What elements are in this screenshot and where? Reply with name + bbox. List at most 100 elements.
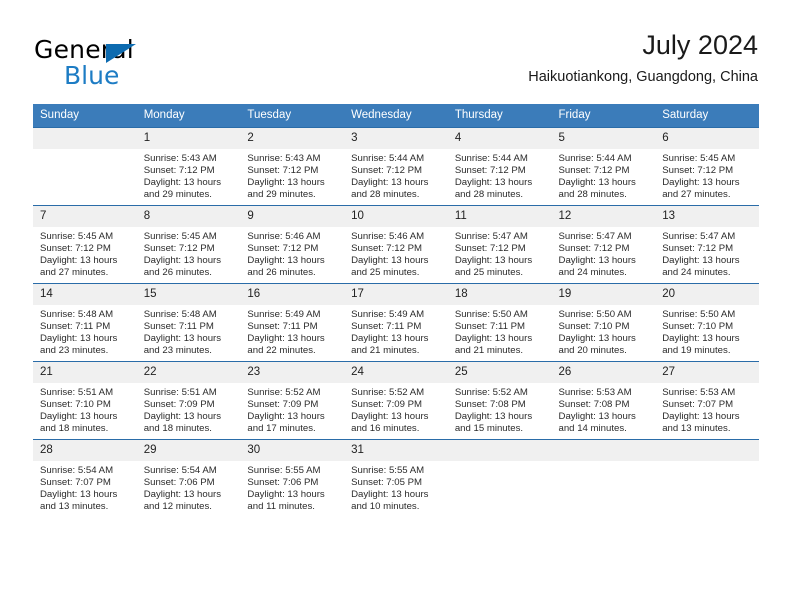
page-header: General Blue July 2024 Haikuotiankong, G… xyxy=(34,28,758,96)
sunset-text: Sunset: 7:12 PM xyxy=(247,243,319,255)
daylight-text-line2: and 23 minutes. xyxy=(143,345,212,357)
calendar-day-cell[interactable]: 24 Sunrise: 5:52 AM Sunset: 7:09 PM Dayligh… xyxy=(344,361,448,440)
daylight-text-line1: Daylight: 13 hours xyxy=(558,255,636,267)
calendar-day-cell[interactable]: 12 Sunrise: 5:47 AM Sunset: 7:12 PM Dayligh… xyxy=(551,205,656,284)
calendar-day-cell[interactable]: 30 Sunrise: 5:55 AM Sunset: 7:06 PM Dayligh… xyxy=(240,439,345,517)
daylight-text-line2: and 14 minutes. xyxy=(558,423,627,435)
calendar-day-cell[interactable]: 31 Sunrise: 5:55 AM Sunset: 7:05 PM Dayligh… xyxy=(344,439,448,517)
brand-logo[interactable]: General Blue xyxy=(34,36,254,94)
weekday-header-tuesday: Tuesday xyxy=(240,104,345,128)
sunset-text: Sunset: 7:11 PM xyxy=(454,321,526,333)
calendar-day-cell[interactable]: 13 Sunrise: 5:47 AM Sunset: 7:12 PM Dayligh… xyxy=(655,205,759,284)
calendar-day-cell[interactable]: 22 Sunrise: 5:51 AM Sunset: 7:09 PM Dayligh… xyxy=(136,361,241,440)
daylight-text-line1: Daylight: 13 hours xyxy=(247,177,325,189)
weekday-header-thursday: Thursday xyxy=(447,104,552,128)
daylight-text-line2: and 25 minutes. xyxy=(454,267,524,279)
daylight-text-line1: Daylight: 13 hours xyxy=(143,333,222,345)
day-number xyxy=(655,440,759,461)
day-number: 18 xyxy=(447,284,552,305)
daylight-text-line1: Daylight: 13 hours xyxy=(40,333,118,345)
sunset-text: Sunset: 7:11 PM xyxy=(351,321,422,333)
sunset-text: Sunset: 7:11 PM xyxy=(143,321,214,333)
daylight-text-line2: and 27 minutes. xyxy=(40,267,109,279)
calendar-week-row: 21 Sunrise: 5:51 AM Sunset: 7:10 PM Dayligh… xyxy=(33,361,759,440)
sunrise-text: Sunrise: 5:47 AM xyxy=(662,231,736,242)
day-number: 6 xyxy=(655,128,759,149)
daylight-text-line1: Daylight: 13 hours xyxy=(454,411,533,423)
calendar-day-cell[interactable]: 15 Sunrise: 5:48 AM Sunset: 7:11 PM Dayligh… xyxy=(136,283,241,362)
calendar-day-cell[interactable]: 3 Sunrise: 5:44 AM Sunset: 7:12 PM Daylight… xyxy=(344,127,448,206)
calendar-cell-empty xyxy=(551,439,656,517)
daylight-text-line2: and 27 minutes. xyxy=(662,189,731,201)
sunset-text: Sunset: 7:12 PM xyxy=(351,165,423,177)
day-details: Sunrise: 5:43 AM Sunset: 7:12 PM Daylight:… xyxy=(137,149,241,201)
sunset-text: Sunset: 7:10 PM xyxy=(558,321,630,333)
day-details: Sunrise: 5:44 AM Sunset: 7:12 PM Daylight:… xyxy=(344,149,448,201)
day-details: Sunrise: 5:50 AM Sunset: 7:10 PM Daylight:… xyxy=(552,305,656,357)
calendar-day-cell[interactable]: 28 Sunrise: 5:54 AM Sunset: 7:07 PM Dayligh… xyxy=(33,439,137,517)
day-number xyxy=(33,128,137,149)
sunset-text: Sunset: 7:06 PM xyxy=(143,477,215,489)
sunset-text: Sunset: 7:12 PM xyxy=(40,243,111,255)
calendar-day-cell[interactable]: 27 Sunrise: 5:53 AM Sunset: 7:07 PM Dayligh… xyxy=(655,361,759,440)
daylight-text-line2: and 22 minutes. xyxy=(247,345,316,357)
calendar-day-cell[interactable]: 21 Sunrise: 5:51 AM Sunset: 7:10 PM Dayligh… xyxy=(33,361,137,440)
sunrise-text: Sunrise: 5:50 AM xyxy=(558,309,632,320)
calendar-body: 1 Sunrise: 5:43 AM Sunset: 7:12 PM Daylight… xyxy=(33,127,759,517)
calendar-day-cell[interactable]: 23 Sunrise: 5:52 AM Sunset: 7:09 PM Dayligh… xyxy=(240,361,345,440)
daylight-text-line2: and 26 minutes. xyxy=(247,267,316,279)
daylight-text-line1: Daylight: 13 hours xyxy=(558,177,636,189)
day-details: Sunrise: 5:44 AM Sunset: 7:12 PM Daylight:… xyxy=(552,149,656,201)
calendar-day-cell[interactable]: 6 Sunrise: 5:45 AM Sunset: 7:12 PM Daylight… xyxy=(655,127,759,206)
daylight-text-line1: Daylight: 13 hours xyxy=(558,333,636,345)
calendar-day-cell[interactable]: 11 Sunrise: 5:47 AM Sunset: 7:12 PM Dayligh… xyxy=(447,205,552,284)
day-number: 3 xyxy=(344,128,448,149)
calendar-day-cell[interactable]: 20 Sunrise: 5:50 AM Sunset: 7:10 PM Dayligh… xyxy=(655,283,759,362)
calendar-day-cell[interactable]: 14 Sunrise: 5:48 AM Sunset: 7:11 PM Dayligh… xyxy=(33,283,137,362)
sunrise-text: Sunrise: 5:47 AM xyxy=(558,231,632,242)
day-details: Sunrise: 5:49 AM Sunset: 7:11 PM Daylight:… xyxy=(344,305,448,357)
calendar-day-cell[interactable]: 19 Sunrise: 5:50 AM Sunset: 7:10 PM Dayligh… xyxy=(551,283,656,362)
calendar-day-cell[interactable]: 4 Sunrise: 5:44 AM Sunset: 7:12 PM Daylight… xyxy=(447,127,552,206)
daylight-text-line1: Daylight: 13 hours xyxy=(351,489,429,501)
daylight-text-line2: and 23 minutes. xyxy=(40,345,109,357)
day-number xyxy=(551,440,656,461)
calendar-day-cell[interactable]: 5 Sunrise: 5:44 AM Sunset: 7:12 PM Daylight… xyxy=(551,127,656,206)
calendar-day-cell[interactable]: 10 Sunrise: 5:46 AM Sunset: 7:12 PM Dayligh… xyxy=(344,205,448,284)
sunrise-text: Sunrise: 5:44 AM xyxy=(351,153,425,164)
calendar-day-cell[interactable]: 26 Sunrise: 5:53 AM Sunset: 7:08 PM Dayligh… xyxy=(551,361,656,440)
calendar-week-row: 14 Sunrise: 5:48 AM Sunset: 7:11 PM Dayligh… xyxy=(33,283,759,362)
day-number: 9 xyxy=(240,206,345,227)
daylight-text-line1: Daylight: 13 hours xyxy=(454,177,533,189)
calendar-day-cell[interactable]: 17 Sunrise: 5:49 AM Sunset: 7:11 PM Dayligh… xyxy=(344,283,448,362)
calendar-day-cell[interactable]: 18 Sunrise: 5:50 AM Sunset: 7:11 PM Dayligh… xyxy=(447,283,552,362)
calendar-day-cell[interactable]: 2 Sunrise: 5:43 AM Sunset: 7:12 PM Daylight… xyxy=(240,127,345,206)
calendar-day-cell[interactable]: 7 Sunrise: 5:45 AM Sunset: 7:12 PM Daylight… xyxy=(33,205,137,284)
sunrise-text: Sunrise: 5:45 AM xyxy=(143,231,217,242)
daylight-text-line2: and 28 minutes. xyxy=(558,189,627,201)
day-details: Sunrise: 5:53 AM Sunset: 7:08 PM Daylight:… xyxy=(552,383,656,435)
daylight-text-line1: Daylight: 13 hours xyxy=(40,489,118,501)
sunset-text: Sunset: 7:12 PM xyxy=(143,243,215,255)
daylight-text-line2: and 28 minutes. xyxy=(454,189,524,201)
day-number: 13 xyxy=(655,206,759,227)
weekday-header-monday: Monday xyxy=(136,104,241,128)
calendar-day-cell[interactable]: 16 Sunrise: 5:49 AM Sunset: 7:11 PM Dayligh… xyxy=(240,283,345,362)
day-number: 19 xyxy=(551,284,656,305)
sunset-text: Sunset: 7:12 PM xyxy=(454,165,526,177)
daylight-text-line2: and 13 minutes. xyxy=(40,501,109,513)
sunrise-text: Sunrise: 5:52 AM xyxy=(454,387,528,398)
calendar-day-cell[interactable]: 25 Sunrise: 5:52 AM Sunset: 7:08 PM Dayligh… xyxy=(447,361,552,440)
calendar-cell-empty xyxy=(33,127,137,206)
daylight-text-line2: and 24 minutes. xyxy=(662,267,731,279)
daylight-text-line2: and 18 minutes. xyxy=(40,423,109,435)
sunset-text: Sunset: 7:05 PM xyxy=(351,477,423,489)
calendar-day-cell[interactable]: 29 Sunrise: 5:54 AM Sunset: 7:06 PM Dayligh… xyxy=(136,439,241,517)
day-details: Sunrise: 5:49 AM Sunset: 7:11 PM Daylight:… xyxy=(240,305,344,357)
calendar-day-cell[interactable]: 1 Sunrise: 5:43 AM Sunset: 7:12 PM Daylight… xyxy=(136,127,241,206)
daylight-text-line2: and 10 minutes. xyxy=(351,501,420,513)
calendar-day-cell[interactable]: 8 Sunrise: 5:45 AM Sunset: 7:12 PM Daylight… xyxy=(136,205,241,284)
sunrise-text: Sunrise: 5:54 AM xyxy=(143,465,217,476)
calendar-day-cell[interactable]: 9 Sunrise: 5:46 AM Sunset: 7:12 PM Daylight… xyxy=(240,205,345,284)
daylight-text-line2: and 12 minutes. xyxy=(143,501,212,513)
